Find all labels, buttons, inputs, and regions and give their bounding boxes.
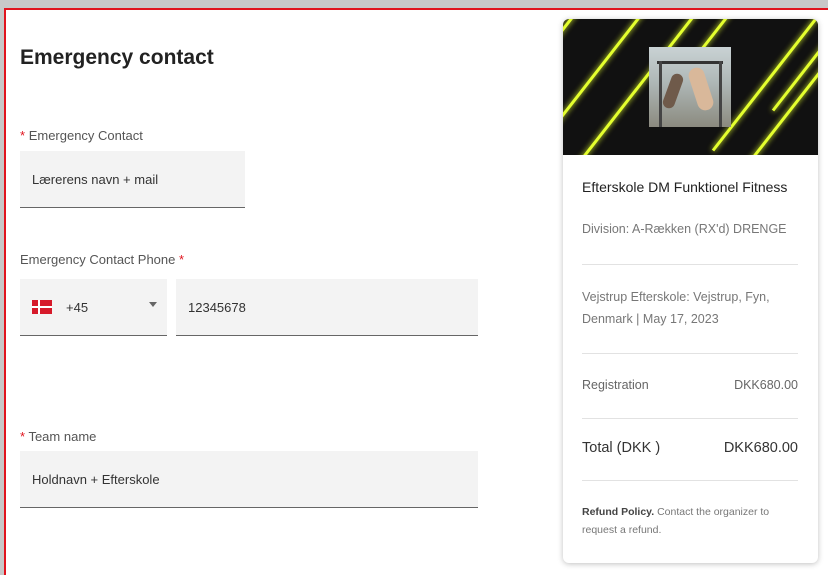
required-mark: * <box>20 128 26 143</box>
required-mark: * <box>20 429 26 444</box>
refund-policy-title: Refund Policy. <box>582 506 655 518</box>
dropdown-caret-icon <box>149 302 157 307</box>
event-division: Division: A-Rækken (RX'd) DRENGE <box>582 222 787 236</box>
registration-label: Registration <box>582 378 649 392</box>
required-mark: * <box>179 252 185 267</box>
event-location-date: Vejstrup Efterskole: Vejstrup, Fyn, Denm… <box>582 290 770 326</box>
registration-row: Registration DKK680.00 <box>582 378 798 392</box>
team-name-input[interactable]: Holdnavn + Efterskole <box>20 451 478 508</box>
total-label: Total (DKK ) <box>582 440 661 456</box>
total-value: DKK680.00 <box>723 440 798 456</box>
event-summary-card: Efterskole DM Funktionel Fitness Divisio… <box>563 19 818 563</box>
country-code-select[interactable]: +45 <box>20 279 167 336</box>
emergency-phone-label-text: Emergency Contact Phone <box>20 252 176 267</box>
emergency-contact-label-text: Emergency Contact <box>28 128 143 143</box>
total-row: Total (DKK ) DKK680.00 <box>582 440 798 456</box>
denmark-flag-icon <box>32 300 52 314</box>
event-banner <box>563 19 818 155</box>
team-name-label: * Team name <box>20 429 96 444</box>
emergency-contact-input[interactable]: Lærerens navn + mail <box>20 151 245 208</box>
event-name: Efterskole DM Funktionel Fitness <box>582 179 788 195</box>
phone-number-input[interactable]: 12345678 <box>176 279 478 336</box>
section-title: Emergency contact <box>20 46 214 69</box>
divider <box>582 418 798 419</box>
emergency-contact-value: Lærerens navn + mail <box>32 171 159 187</box>
emergency-contact-label: * Emergency Contact <box>20 128 143 143</box>
phone-number-value: 12345678 <box>188 299 246 315</box>
registration-value: DKK680.00 <box>734 378 798 392</box>
emergency-phone-label: Emergency Contact Phone * <box>20 252 184 267</box>
refund-policy: Refund Policy. Contact the organizer to … <box>582 503 804 539</box>
divider <box>582 480 798 481</box>
event-photo <box>649 47 731 127</box>
divider <box>582 264 798 265</box>
team-name-value: Holdnavn + Efterskole <box>32 471 160 487</box>
team-name-label-text: Team name <box>28 429 97 444</box>
country-code-value: +45 <box>66 299 89 315</box>
divider <box>582 353 798 354</box>
